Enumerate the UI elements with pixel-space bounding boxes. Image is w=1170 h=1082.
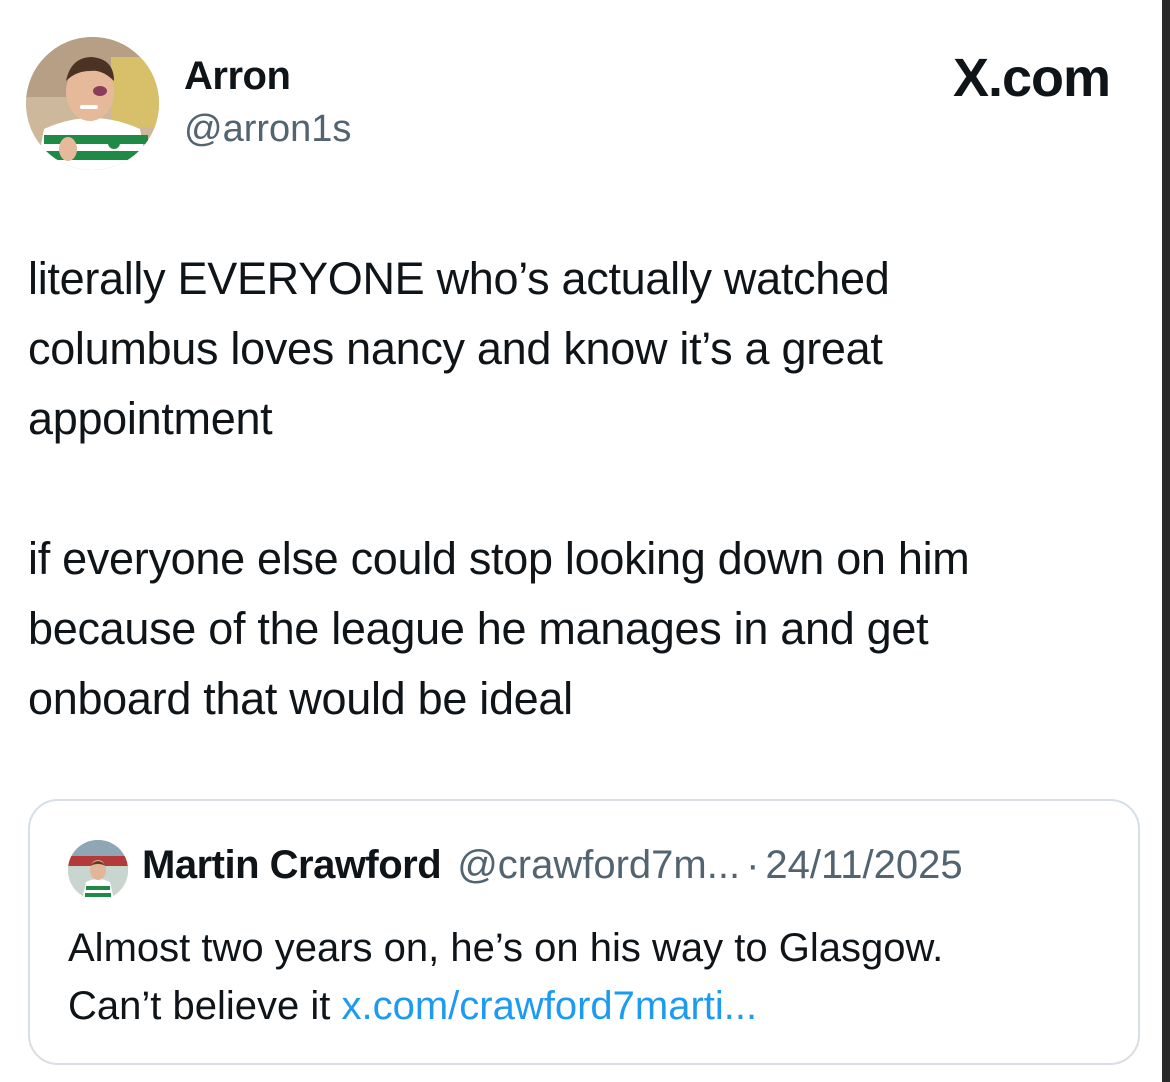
tweet-text: literally EVERYONE who’s actually watche…: [28, 244, 1138, 734]
author-handle[interactable]: @arron1s: [184, 108, 351, 151]
quoted-author-handle[interactable]: @crawford7m...: [457, 843, 740, 888]
tweet-paragraph: if everyone else could stop looking down…: [28, 533, 970, 724]
tweet-screenshot: Arron @arron1s X.com literally EVERYONE …: [0, 0, 1170, 1082]
author-name[interactable]: Arron: [184, 54, 291, 99]
quoted-link[interactable]: x.com/crawford7marti...: [341, 984, 757, 1028]
quoted-text: Almost two years on, he’s on his way to …: [68, 919, 1118, 1035]
quoted-text-line: Almost two years on, he’s on his way to …: [68, 926, 944, 970]
brand-logo: X.com: [952, 48, 1111, 108]
quoted-author-avatar[interactable]: [68, 840, 128, 900]
quoted-text-line-2: Can’t believe it x.com/crawford7marti...: [68, 977, 1118, 1035]
quoted-author-name[interactable]: Martin Crawford: [142, 843, 442, 888]
tweet-paragraph: literally EVERYONE who’s actually watche…: [28, 253, 890, 444]
quoted-text-prefix: Can’t believe it: [68, 984, 342, 1028]
scrollbar[interactable]: [1162, 0, 1170, 1082]
separator-dot: ·: [746, 843, 760, 887]
brand-text: X.com: [952, 48, 1111, 108]
quoted-tweet-card[interactable]: Martin Crawford @crawford7m... · 24/11/2…: [28, 799, 1140, 1065]
quoted-header: Martin Crawford @crawford7m... · 24/11/2…: [142, 843, 963, 888]
author-avatar[interactable]: [26, 37, 159, 170]
quoted-date[interactable]: 24/11/2025: [765, 843, 962, 888]
